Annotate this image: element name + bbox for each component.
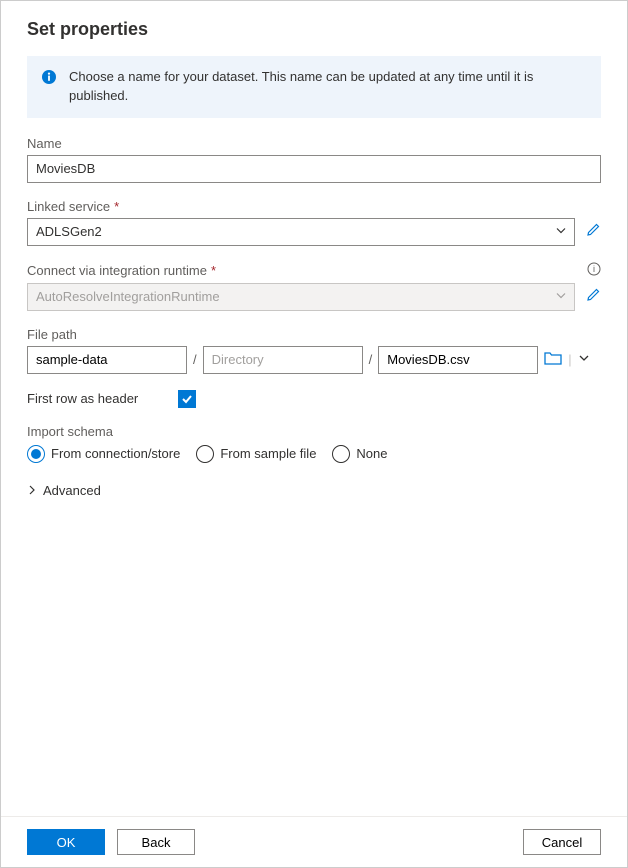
radio-label-text: From sample file [220,446,316,461]
info-text: Choose a name for your dataset. This nam… [69,68,587,106]
radio-from-connection[interactable]: From connection/store [27,445,180,463]
footer: OK Back Cancel [1,816,627,867]
integration-runtime-select [27,283,575,311]
first-row-header-checkbox[interactable] [178,390,196,408]
first-row-header-label: First row as header [27,391,138,406]
file-path-directory-input[interactable] [203,346,363,374]
advanced-toggle[interactable]: Advanced [27,483,601,498]
path-separator: / [369,352,373,367]
file-path-file-input[interactable] [378,346,538,374]
radio-none[interactable]: None [332,445,387,463]
help-icon[interactable]: i [587,262,601,279]
file-path-label: File path [27,327,601,342]
edit-icon[interactable] [585,222,601,241]
name-label: Name [27,136,601,151]
required-marker: * [114,199,119,214]
cancel-button[interactable]: Cancel [523,829,601,855]
integration-runtime-label: Connect via integration runtime [27,263,207,278]
radio-label-text: From connection/store [51,446,180,461]
page-title: Set properties [27,19,601,40]
info-banner: Choose a name for your dataset. This nam… [27,56,601,118]
radio-label-text: None [356,446,387,461]
edit-icon[interactable] [585,287,601,306]
name-input[interactable] [27,155,601,183]
divider: | [568,352,571,367]
chevron-right-icon [27,483,37,498]
file-path-container-input[interactable] [27,346,187,374]
browse-folder-icon[interactable] [544,350,562,369]
radio-icon [27,445,45,463]
info-icon [41,69,57,88]
advanced-label: Advanced [43,483,101,498]
radio-icon [196,445,214,463]
path-separator: / [193,352,197,367]
ok-button[interactable]: OK [27,829,105,855]
linked-service-label: Linked service [27,199,110,214]
chevron-down-icon[interactable] [578,352,590,367]
linked-service-select[interactable] [27,218,575,246]
svg-text:i: i [593,264,595,274]
radio-icon [332,445,350,463]
import-schema-label: Import schema [27,424,601,439]
back-button[interactable]: Back [117,829,195,855]
radio-from-sample-file[interactable]: From sample file [196,445,316,463]
required-marker: * [211,263,216,278]
